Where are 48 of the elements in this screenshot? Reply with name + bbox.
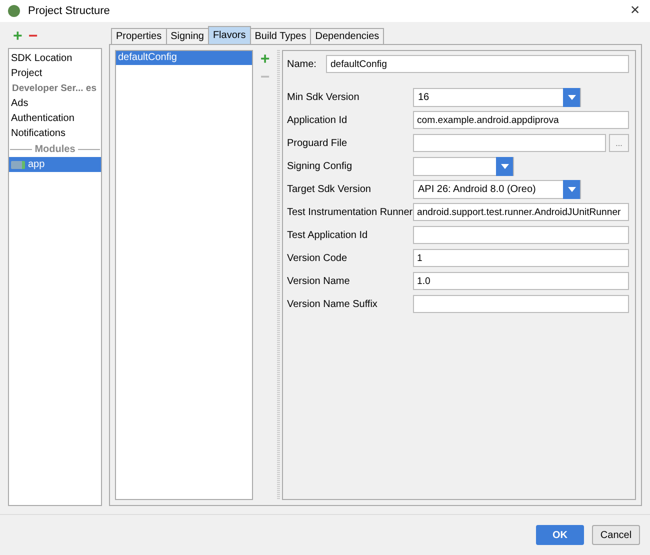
file-path-field[interactable] (413, 134, 606, 152)
field-label: Signing Config (287, 160, 354, 172)
dropdown[interactable]: 16 (413, 88, 581, 106)
list-item[interactable]: defaultConfig (116, 51, 252, 65)
splitter-handle[interactable] (277, 50, 280, 500)
section-header: Developer Ser... es (11, 82, 96, 96)
name-label: Name: (287, 58, 316, 70)
text-field[interactable]: com.example.android.appdiprova (413, 111, 629, 129)
sidebar-item[interactable]: SDK Location (9, 51, 101, 66)
field-label: Target Sdk Version (287, 184, 372, 194)
browse-button[interactable]: ... (609, 134, 629, 152)
field-label: Version Name (287, 276, 351, 286)
sidebar-item[interactable]: Authentication (9, 111, 101, 126)
window-title: Project Structure (28, 5, 111, 17)
sidebar-item[interactable]: Notifications (9, 126, 101, 141)
field-label: Proguard File (287, 138, 348, 148)
field-label: Version Code (287, 252, 348, 264)
field-label: Version Name Suffix (287, 298, 378, 310)
text-field[interactable] (413, 226, 629, 244)
tab[interactable]: Flavors (208, 26, 251, 44)
folder-icon (11, 160, 25, 168)
field-label: Min Sdk Version (287, 92, 360, 102)
name-field[interactable]: defaultConfig (326, 55, 629, 73)
sidebar-item[interactable]: Ads (9, 96, 101, 111)
sidebar-item[interactable]: Project (9, 66, 101, 81)
app-icon (8, 5, 20, 17)
tab[interactable]: Properties (111, 28, 167, 44)
dropdown[interactable] (413, 156, 514, 176)
dropdown-arrow-icon (568, 94, 576, 100)
text-field[interactable]: 1.0 (413, 272, 629, 290)
close-button[interactable]: × (620, 0, 650, 22)
tab[interactable]: Build Types (250, 28, 312, 44)
dropdown-arrow-icon (500, 164, 508, 168)
dropdown[interactable]: API 26: Android 8.0 (Oreo) (413, 180, 581, 198)
field-label: Test Instrumentation Runner (287, 206, 413, 218)
field-label: Application Id (287, 114, 348, 126)
tab[interactable]: Dependencies (310, 28, 384, 44)
ok-button[interactable]: OK (536, 525, 584, 545)
tab[interactable]: Signing (166, 28, 209, 44)
field-label: Test Application Id (287, 230, 369, 240)
text-field[interactable]: android.support.test.runner.AndroidJUnitRunner (413, 203, 629, 221)
remove-button[interactable]: − (26, 29, 40, 45)
text-field[interactable] (413, 295, 629, 313)
section-label: Modules (34, 144, 76, 154)
cancel-button[interactable]: Cancel (592, 525, 640, 545)
dropdown-arrow-icon (568, 186, 576, 192)
text-field[interactable]: 1 (413, 249, 629, 267)
sidebar-item[interactable]: app (9, 157, 101, 172)
